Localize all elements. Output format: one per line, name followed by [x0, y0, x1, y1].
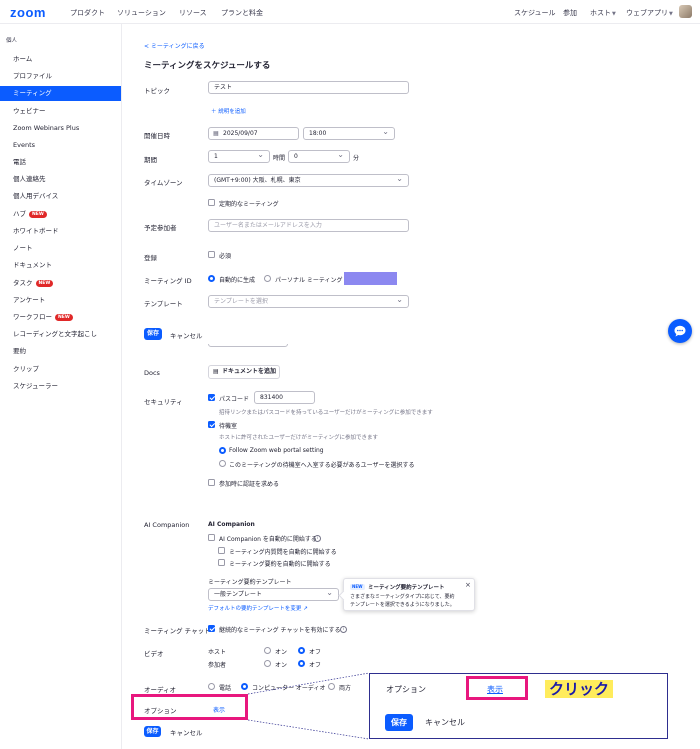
chat-button[interactable] [668, 319, 692, 343]
click-instruction-label: クリック [545, 680, 614, 698]
callout-cancel-button[interactable]: キャンセル [425, 717, 465, 728]
callout-connector-lines [247, 672, 370, 740]
callout-save-button[interactable]: 保存 [385, 714, 413, 731]
callout-options-label: オプション [386, 685, 426, 694]
chat-bubble-icon [674, 325, 686, 337]
show-link-highlight-box [466, 676, 528, 700]
